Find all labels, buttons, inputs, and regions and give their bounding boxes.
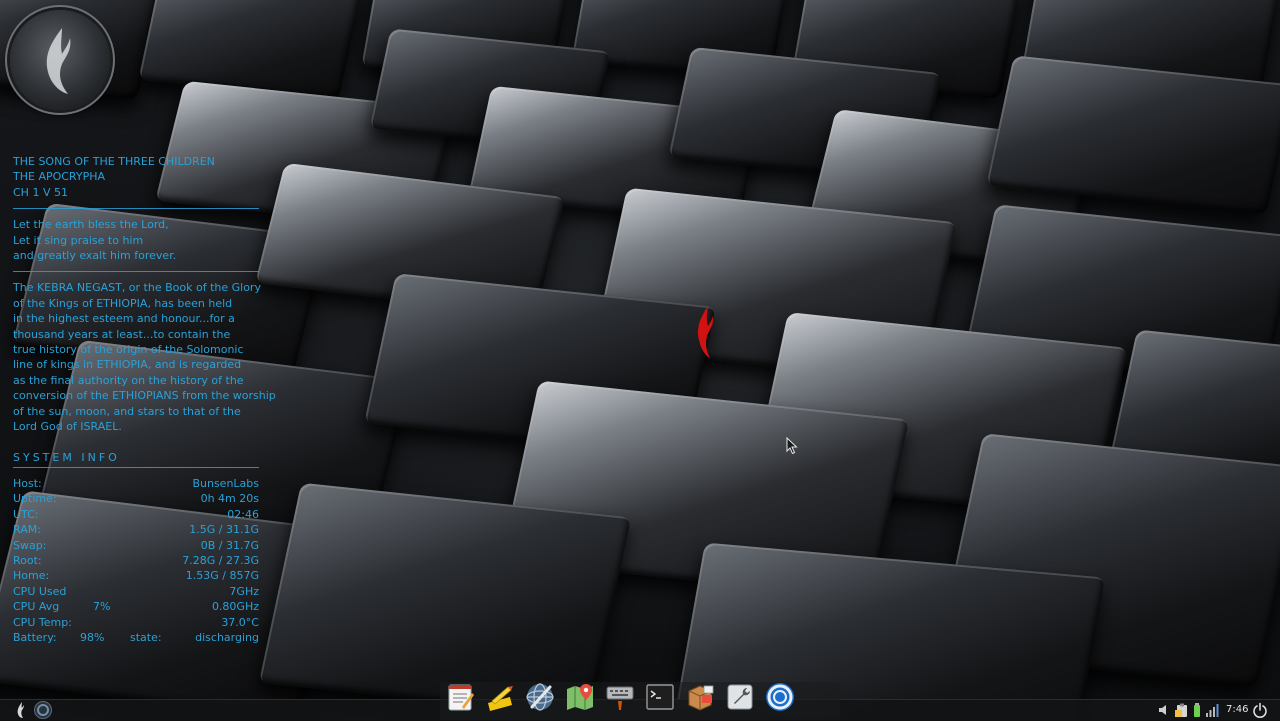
system-row-ram: RAM: 1.5G / 31.1G <box>13 522 259 537</box>
system-row-uptime: Uptime: 0h 4m 20s <box>13 491 259 506</box>
system-value: 37.0°C <box>221 615 259 629</box>
conky-paragraph-line: of the Kings of ETHIOPIA, has been held <box>13 296 233 310</box>
clock[interactable]: 7:46 <box>1226 702 1248 718</box>
system-value: 7.28G / 27.3G <box>182 553 259 567</box>
system-row-utc: UTC: 02:46 <box>13 507 259 522</box>
system-value: BunsenLabs <box>192 476 259 490</box>
system-row-home: Home: 1.53G / 857G <box>13 568 259 583</box>
system-row-swap: Swap: 0B / 31.7G <box>13 538 259 553</box>
red-flame-icon <box>698 306 714 358</box>
conky-paragraph-line: The KEBRA NEGAST, or the Book of the Glo… <box>13 281 261 295</box>
clipboard-icon[interactable] <box>1174 702 1190 718</box>
conky-paragraph-line: of the sun, moon, and stars to that of t… <box>13 404 241 418</box>
system-row-cpu-avg: CPU Avg 7% 0.80GHz <box>13 599 259 614</box>
system-value: 02:46 <box>227 507 259 521</box>
conky-verse-line: Let it sing praise to him <box>13 233 144 247</box>
conky-header-line: THE APOCRYPHA <box>13 170 106 184</box>
conky-paragraph-line: true history of the origin of the Solomo… <box>13 343 244 357</box>
network-signal-icon[interactable] <box>1205 702 1219 718</box>
battery-icon[interactable] <box>1193 702 1201 718</box>
chromium-icon[interactable] <box>764 681 796 713</box>
system-value: 0h 4m 20s <box>200 492 259 506</box>
menu-button[interactable] <box>12 701 30 719</box>
system-mid-value: 7% <box>93 600 111 614</box>
system-key: Battery: <box>13 630 57 644</box>
maps-icon[interactable] <box>564 681 596 713</box>
system-row-host: Host: BunsenLabs <box>13 476 259 491</box>
conky-verse-line: and greatly exalt him forever. <box>13 249 177 263</box>
system-row-cpu-used: CPU Used 7GHz <box>13 584 259 599</box>
flame-icon <box>17 702 24 718</box>
terminal-icon[interactable] <box>644 681 676 713</box>
package-manager-icon[interactable] <box>684 681 716 713</box>
system-row-battery: Battery: 98% state: discharging <box>13 630 259 645</box>
system-value: 0B / 31.7G <box>200 538 259 552</box>
volume-icon[interactable] <box>1158 702 1170 718</box>
system-key: UTC: <box>13 507 39 521</box>
system-value: 1.5G / 31.1G <box>189 523 259 537</box>
system-key: Home: <box>13 569 50 583</box>
system-row-cpu-temp: CPU Temp: 37.0°C <box>13 615 259 630</box>
system-key: CPU Temp: <box>13 615 72 629</box>
system-key: Swap: <box>13 538 47 552</box>
conky-header-line: CH 1 V 51 <box>13 185 68 199</box>
conky-header-line: THE SONG OF THE THREE CHILDREN <box>13 155 215 168</box>
conky-verse-line: Let the earth bless the Lord, <box>13 218 169 232</box>
system-info-title: SYSTEM INFO <box>13 450 120 464</box>
text-editor-icon[interactable] <box>444 681 476 713</box>
conky-paragraph-line: Lord God of ISRAEL. <box>13 420 122 434</box>
system-key: Uptime: <box>13 492 57 506</box>
system-key: CPU Avg <box>13 600 60 614</box>
web-browser-icon[interactable] <box>524 681 556 713</box>
system-key: Host: <box>13 476 42 490</box>
system-value: discharging <box>195 630 259 644</box>
settings-tool-icon[interactable] <box>724 681 756 713</box>
conky-paragraph-line: conversion of the ETHIOPIANS from the wo… <box>13 389 276 403</box>
system-key: Root: <box>13 553 42 567</box>
power-icon[interactable] <box>1252 702 1268 718</box>
conky-paragraph-line: in the highest esteem and honour...for a <box>13 312 235 326</box>
conky-separator <box>13 208 259 210</box>
flame-icon <box>46 28 71 94</box>
system-state-label: state: <box>130 630 162 644</box>
system-value: 0.80GHz <box>211 600 259 614</box>
conky-paragraph-line: as the final authority on the history of… <box>13 373 244 387</box>
mouse-cursor-icon <box>786 437 798 455</box>
system-key: CPU Used <box>13 584 67 598</box>
notes-icon[interactable] <box>484 681 516 713</box>
conky-paragraph-line: line of kings in ETHIOPIA, and is regard… <box>13 358 242 372</box>
system-mid-value: 98% <box>80 630 105 644</box>
conky-paragraph-line: thousand years at least...to contain the <box>13 327 231 341</box>
system-value: 7GHz <box>229 584 259 598</box>
system-key: RAM: <box>13 523 41 537</box>
bunsenlabs-logo <box>10 10 110 110</box>
system-row-root: Root: 7.28G / 27.3G <box>13 553 259 568</box>
conky-separator <box>13 271 259 273</box>
window-list-button[interactable] <box>33 700 53 720</box>
conky-separator <box>13 466 259 468</box>
conky-widget: THE SONG OF THE THREE CHILDREN THE APOCR… <box>13 154 276 645</box>
keyboard-settings-icon[interactable] <box>604 681 636 713</box>
system-value: 1.53G / 857G <box>185 569 259 583</box>
